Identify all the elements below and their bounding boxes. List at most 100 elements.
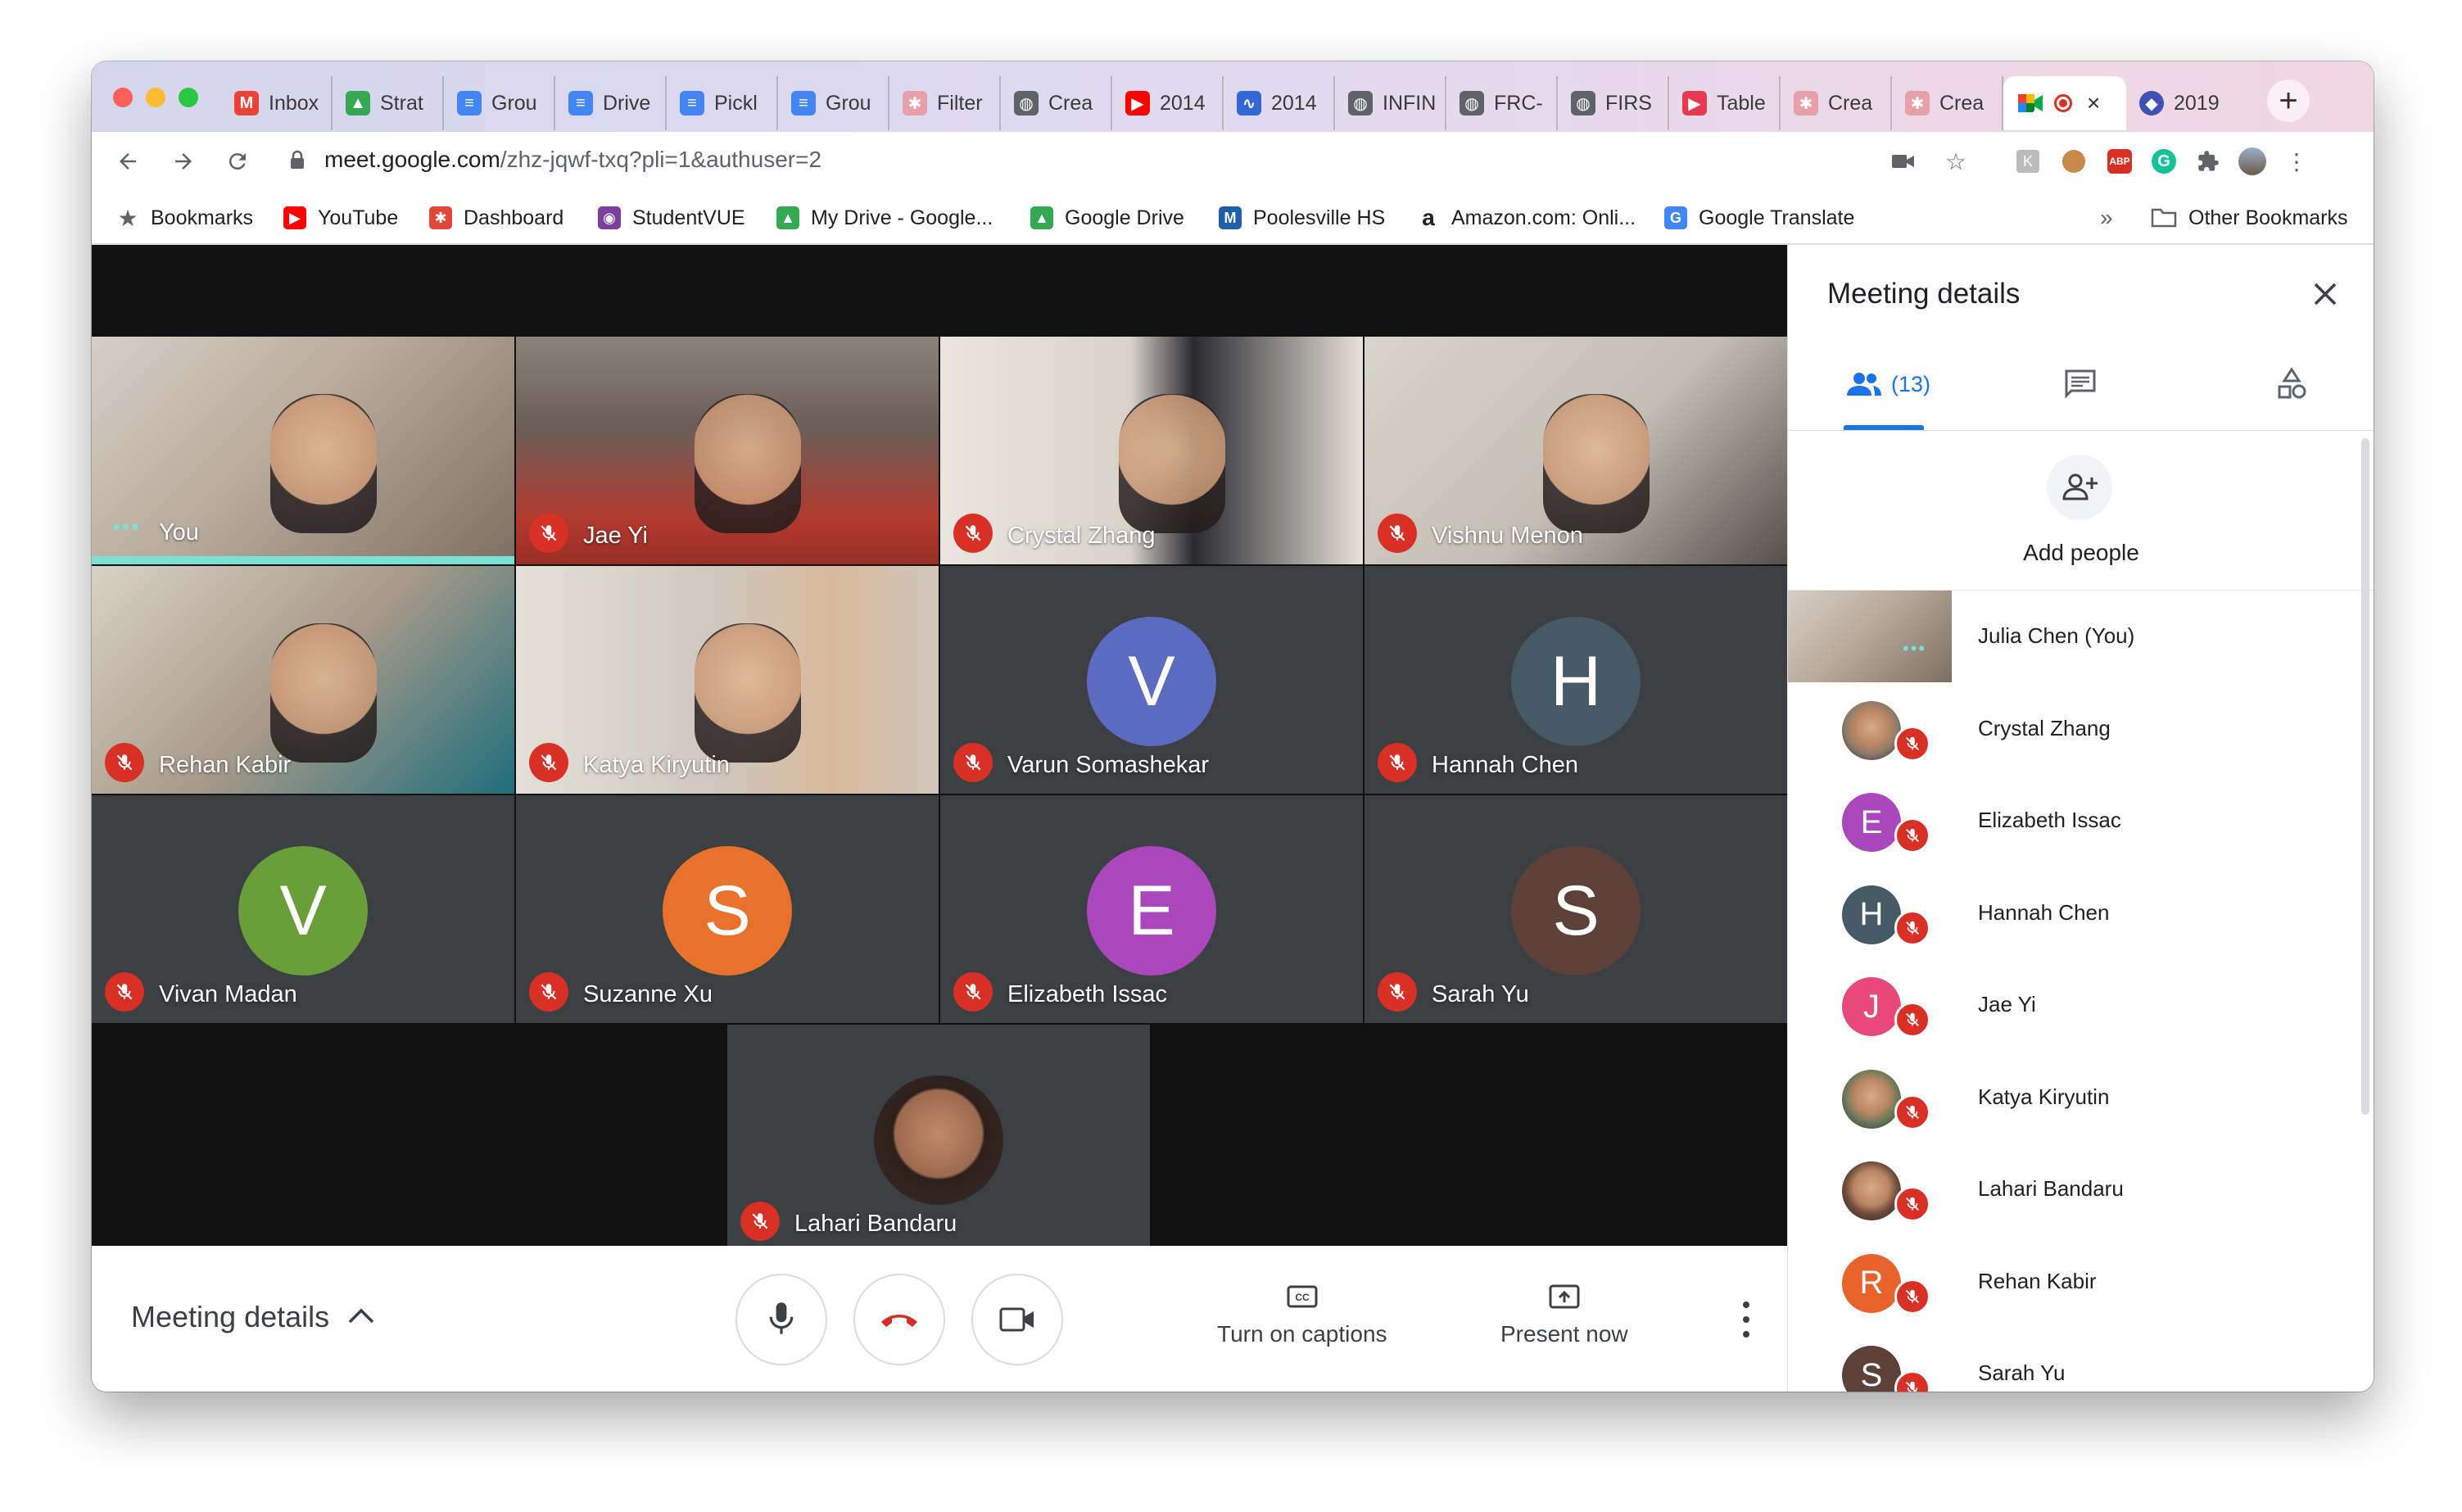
- new-tab-button[interactable]: +: [2267, 79, 2310, 122]
- participant-row[interactable]: E Elizabeth Issac: [1788, 775, 2374, 867]
- browser-tab[interactable]: ◍ FRC-: [1446, 76, 1558, 130]
- google-drive-icon: ▲: [1030, 206, 1053, 229]
- participant-tile[interactable]: ••• You: [92, 337, 514, 564]
- participant-row[interactable]: J Jae Yi: [1788, 959, 2374, 1051]
- bookmark-item[interactable]: ▲ My Drive - Google...: [776, 191, 993, 245]
- close-icon[interactable]: [2312, 281, 2338, 307]
- bookmark-item[interactable]: ▶ YouTube: [283, 191, 398, 245]
- bookmark-item[interactable]: ▲ Google Drive: [1030, 191, 1184, 245]
- other-bookmarks[interactable]: Other Bookmarks: [2151, 191, 2348, 245]
- browser-tab[interactable]: ∿ 2014: [1224, 76, 1335, 130]
- browser-tab[interactable]: M Inbox: [221, 76, 333, 130]
- bookmark-item[interactable]: M Poolesville HS: [1219, 191, 1385, 245]
- forward-button[interactable]: [165, 143, 201, 179]
- participant-tile[interactable]: S Sarah Yu: [1365, 795, 1787, 1023]
- camera-icon: [999, 1307, 1034, 1332]
- bookmark-item[interactable]: a Amazon.com: Onli...: [1417, 191, 1636, 245]
- tab-activities[interactable]: [2274, 367, 2309, 401]
- participant-name: Crystal Zhang: [1978, 715, 2111, 740]
- browser-tab[interactable]: ◍ INFIN: [1335, 76, 1446, 130]
- panel-scrollbar[interactable]: [2361, 438, 2369, 1115]
- microphone-button[interactable]: [735, 1274, 827, 1365]
- close-tab-icon[interactable]: ×: [2087, 90, 2100, 116]
- add-people-button[interactable]: Add people: [1788, 430, 2374, 591]
- leave-call-button[interactable]: [853, 1274, 945, 1365]
- participant-tile[interactable]: Lahari Bandaru: [727, 1025, 1150, 1252]
- browser-tab[interactable]: ≡ Grou: [778, 76, 889, 130]
- extension-k-icon[interactable]: K: [2013, 147, 2043, 176]
- browser-tab[interactable]: ▶ Table: [1669, 76, 1781, 130]
- muted-microphone-icon: [1894, 909, 1930, 946]
- bookmark-star-icon[interactable]: ☆: [1941, 147, 1971, 176]
- participant-tile[interactable]: Vishnu Menon: [1365, 337, 1787, 564]
- participant-avatar: H: [1511, 617, 1641, 746]
- browser-tab[interactable]: ≡ Grou: [444, 76, 555, 130]
- participant-row[interactable]: S Sarah Yu: [1788, 1328, 2374, 1392]
- tab-people[interactable]: (13): [1845, 368, 1930, 401]
- chevron-up-icon[interactable]: [347, 1306, 375, 1324]
- bookmark-item[interactable]: ★ Bookmarks: [116, 191, 253, 245]
- tab-chat[interactable]: [2063, 368, 2098, 401]
- back-button[interactable]: [110, 143, 146, 179]
- participant-row[interactable]: Crystal Zhang: [1788, 683, 2374, 775]
- participant-tile[interactable]: E Elizabeth Issac: [940, 795, 1363, 1023]
- participant-tile[interactable]: Rehan Kabir: [92, 566, 514, 794]
- participant-video: [1119, 394, 1225, 533]
- zoom-window-button[interactable]: [179, 88, 198, 107]
- turn-on-captions-button[interactable]: CC Turn on captions: [1217, 1283, 1387, 1347]
- camera-button[interactable]: [971, 1274, 1063, 1365]
- meeting-details-toggle[interactable]: Meeting details: [131, 1300, 329, 1334]
- participant-row[interactable]: H Hannah Chen: [1788, 867, 2374, 959]
- more-options-icon[interactable]: [1730, 1301, 1763, 1338]
- browser-tab[interactable]: ◆ 2019: [2126, 76, 2238, 130]
- browser-tab[interactable]: ◍ FIRS: [1558, 76, 1669, 130]
- bookmarks-overflow-button[interactable]: »: [2100, 191, 2113, 245]
- participant-row[interactable]: Katya Kiryutin: [1788, 1052, 2374, 1143]
- browser-menu-icon[interactable]: ⋮: [2282, 147, 2311, 176]
- audio-level-icon: •••: [113, 514, 141, 539]
- browser-tab[interactable]: ✱ Crea: [1892, 76, 2003, 130]
- address-bar[interactable]: meet.google.com/zhz-jqwf-txq?pli=1&authu…: [324, 147, 821, 173]
- close-window-button[interactable]: [113, 88, 133, 107]
- meeting-details-panel: Meeting details (13) Add people ••• Julia…: [1787, 245, 2374, 1392]
- recording-icon: [2054, 94, 2072, 112]
- adblock-icon[interactable]: ABP: [2105, 147, 2134, 176]
- browser-tab[interactable]: ≡ Drive: [555, 76, 667, 130]
- grammarly-icon[interactable]: G: [2149, 147, 2179, 176]
- participant-tile[interactable]: Crystal Zhang: [940, 337, 1363, 564]
- participant-avatar: V: [238, 846, 368, 976]
- bookmark-item[interactable]: G Google Translate: [1664, 191, 1854, 245]
- browser-tab[interactable]: ◍ Crea: [1001, 76, 1112, 130]
- captions-label: Turn on captions: [1217, 1321, 1387, 1347]
- participant-row[interactable]: Lahari Bandaru: [1788, 1143, 2374, 1235]
- participant-tile[interactable]: S Suzanne Xu: [516, 795, 939, 1023]
- participant-row[interactable]: R Rehan Kabir: [1788, 1236, 2374, 1328]
- extensions-puzzle-icon[interactable]: [2193, 147, 2223, 176]
- participant-tile[interactable]: H Hannah Chen: [1365, 566, 1787, 794]
- profile-avatar[interactable]: [2238, 147, 2267, 176]
- people-icon: [1847, 373, 1881, 396]
- browser-tab[interactable]: ▶ 2014: [1112, 76, 1224, 130]
- browser-tab[interactable]: ✱ Filter: [889, 76, 1001, 130]
- browser-tab[interactable]: ✱ Crea: [1781, 76, 1892, 130]
- tabs: M Inbox ▲ Strat ≡ Grou ≡ Drive ≡ Pickl ≡ Grou ✱ Filte…: [221, 76, 2238, 132]
- sunburst-icon: ✱: [903, 91, 927, 115]
- participant-tile[interactable]: V Varun Somashekar: [940, 566, 1363, 794]
- present-now-button[interactable]: Present now: [1500, 1283, 1628, 1347]
- minimize-window-button[interactable]: [146, 88, 165, 107]
- participant-tile[interactable]: V Vivan Madan: [92, 795, 514, 1023]
- bookmark-item[interactable]: ◉ StudentVUE: [598, 191, 745, 245]
- browser-tab[interactable]: ▲ Strat: [333, 76, 444, 130]
- browser-tab[interactable]: ≡ Pickl: [667, 76, 778, 130]
- browser-tab-active[interactable]: ×: [2003, 76, 2126, 130]
- cookie-extension-icon[interactable]: [2059, 147, 2089, 176]
- participant-tile[interactable]: Jae Yi: [516, 337, 939, 564]
- bookmark-item[interactable]: ✱ Dashboard: [429, 191, 563, 245]
- sunburst-icon: ✱: [1794, 91, 1818, 115]
- participant-tile[interactable]: Katya Kiryutin: [516, 566, 939, 794]
- participant-row[interactable]: ••• Julia Chen (You): [1788, 591, 2374, 682]
- camera-in-use-icon[interactable]: [1889, 147, 1918, 176]
- participant-photo-avatar: [1842, 1069, 1901, 1129]
- reload-button[interactable]: [219, 143, 256, 179]
- globe-icon: ◍: [1571, 91, 1595, 115]
